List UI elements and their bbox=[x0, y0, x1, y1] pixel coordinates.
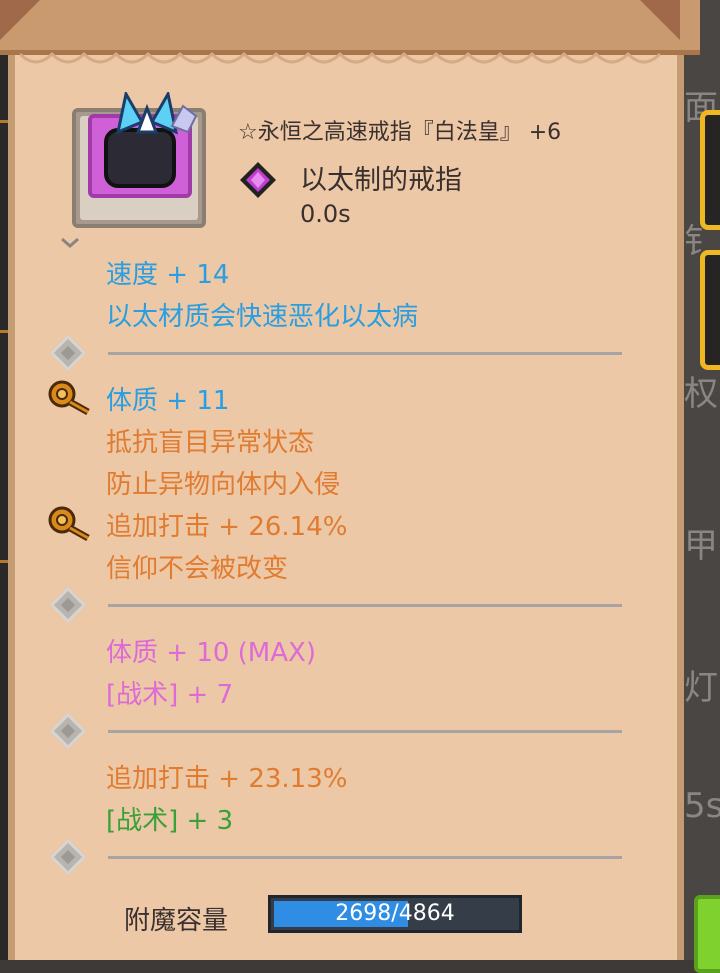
stat-constitution-max: 体质 + 10 (MAX) bbox=[106, 638, 316, 668]
key-icon bbox=[48, 380, 90, 416]
panel-header-bar bbox=[0, 0, 700, 55]
enchant-capacity-value: 2698/4864 bbox=[335, 901, 455, 926]
enchant-gem-badge-icon bbox=[170, 104, 198, 134]
background-slot[interactable] bbox=[700, 110, 720, 230]
divider bbox=[108, 604, 622, 607]
background-text: 灯 bbox=[684, 668, 718, 708]
enchant-capacity-label: 附魔容量 bbox=[124, 906, 229, 936]
background-text: 权 bbox=[684, 374, 718, 414]
item-type: 以太制的戒指 bbox=[300, 165, 462, 196]
stat-tactics-3: [战术] + 3 bbox=[106, 806, 234, 836]
stat-extra-strike: 追加打击 + 26.14% bbox=[106, 512, 348, 542]
stat-extra-strike-2: 追加打击 + 23.13% bbox=[106, 764, 348, 794]
divider bbox=[108, 730, 622, 733]
stat-constitution: 体质 + 11 bbox=[106, 386, 230, 416]
background-slot[interactable] bbox=[700, 250, 720, 370]
stat-blind-resist: 抵抗盲目异常状态 bbox=[106, 428, 315, 458]
amethyst-gem-icon bbox=[240, 162, 276, 198]
enchant-capacity-bar: 2698/4864 bbox=[268, 895, 522, 933]
chevron-down-icon bbox=[61, 237, 79, 248]
panel-scallop-border bbox=[20, 52, 662, 64]
stat-tactics-7: [战术] + 7 bbox=[106, 680, 234, 710]
key-icon bbox=[48, 506, 90, 542]
background-text: 甲 bbox=[684, 526, 718, 566]
panel-corner-ornament bbox=[0, 0, 40, 40]
item-title: ☆永恒之高速戒指『白法皇』 +6 bbox=[238, 120, 562, 145]
item-cooldown: 0.0s bbox=[300, 200, 351, 228]
stat-speed: 速度 + 14 bbox=[106, 260, 230, 290]
stat-foreign-block: 防止异物向体内入侵 bbox=[106, 470, 341, 500]
divider bbox=[108, 352, 622, 355]
panel-corner-ornament bbox=[640, 0, 680, 40]
background-green-button[interactable] bbox=[694, 895, 720, 973]
stat-ether-note: 以太材质会快速恶化以太病 bbox=[106, 302, 419, 332]
divider bbox=[108, 856, 622, 859]
stat-faith: 信仰不会被改变 bbox=[106, 554, 289, 584]
background-text: 5s bbox=[684, 786, 720, 826]
